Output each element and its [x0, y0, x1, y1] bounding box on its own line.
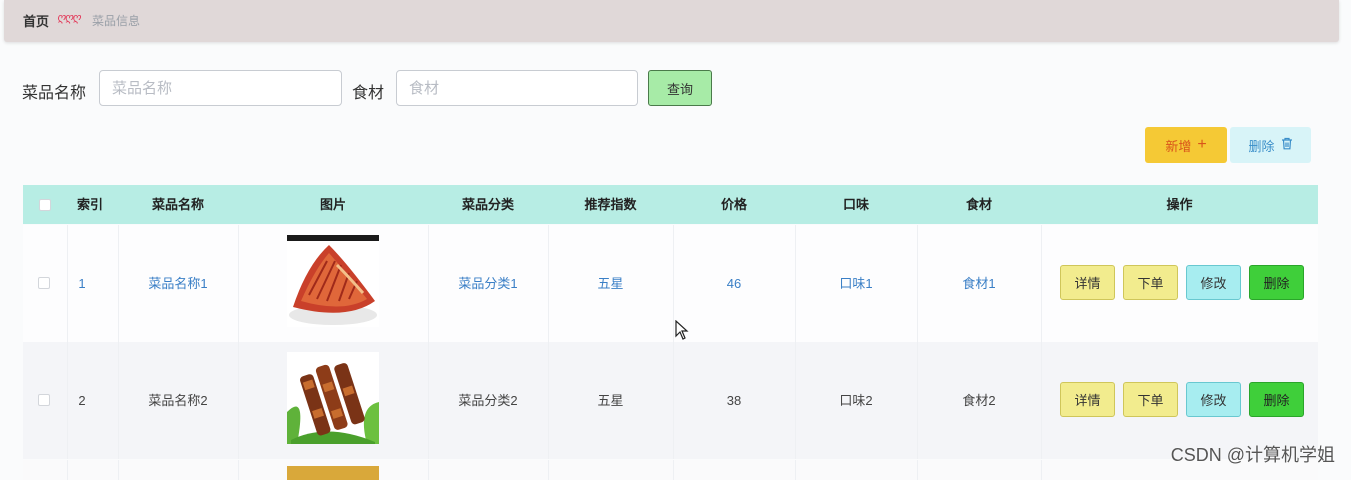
header-name: 菜品名称: [151, 197, 204, 212]
cell-flavor[interactable]: 口味1: [795, 225, 917, 342]
order-button[interactable]: 下单: [1123, 382, 1178, 417]
cell-index: 1: [78, 276, 86, 291]
cell-index: 2: [78, 393, 86, 408]
add-button-label: 新增: [1165, 138, 1192, 154]
order-button[interactable]: 下单: [1123, 265, 1178, 300]
cell-name[interactable]: 菜品名称1: [118, 225, 238, 342]
dish-image[interactable]: [287, 235, 379, 327]
header-flavor: 口味: [842, 197, 869, 212]
header-rating: 推荐指数: [584, 197, 637, 212]
dish-name-label: 菜品名称: [22, 85, 87, 102]
batch-delete-label: 删除: [1248, 138, 1275, 154]
cell-ingredient[interactable]: 食材1: [917, 225, 1041, 342]
edit-button[interactable]: 修改: [1186, 382, 1241, 417]
edit-button[interactable]: 修改: [1186, 265, 1241, 300]
cell-category: 菜品分类2: [458, 393, 518, 408]
breadcrumb-separator: ღღღ: [57, 12, 81, 24]
cell-flavor: 口味2: [839, 393, 873, 408]
trash-icon: [1281, 137, 1293, 153]
header-index: 索引: [76, 197, 103, 212]
cell-price: 38: [726, 393, 742, 408]
cell-price[interactable]: 46: [673, 225, 795, 342]
table-row: 2 菜品名称2 菜品分类2 五星 38 口味2 食材2 详情 下单 修改 删除: [23, 342, 1318, 459]
ingredient-input[interactable]: [396, 70, 638, 106]
dish-name-input[interactable]: [99, 70, 342, 106]
table-row: [23, 460, 1318, 480]
query-button[interactable]: 查询: [648, 70, 712, 106]
header-price: 价格: [720, 197, 747, 212]
watermark: CSDN @计算机学姐: [1170, 445, 1335, 465]
cell-name: 菜品名称2: [148, 393, 208, 408]
plus-icon: +: [1197, 136, 1207, 153]
dish-image[interactable]: [287, 352, 379, 444]
row-checkbox[interactable]: [38, 277, 50, 289]
breadcrumb-home[interactable]: 首页: [23, 11, 49, 30]
select-all-checkbox[interactable]: [39, 199, 51, 211]
delete-button[interactable]: 删除: [1249, 265, 1304, 300]
header-category: 菜品分类: [461, 197, 514, 212]
header-ingredient: 食材: [965, 197, 992, 212]
add-button[interactable]: 新增 +: [1145, 127, 1227, 163]
detail-button[interactable]: 详情: [1060, 265, 1115, 300]
breadcrumb: 首页 ღღღ 菜品信息: [4, 0, 1339, 42]
row-checkbox[interactable]: [38, 394, 50, 406]
batch-delete-button[interactable]: 删除: [1230, 127, 1311, 163]
ingredient-label: 食材: [352, 85, 385, 102]
cell-rating[interactable]: 五星: [548, 225, 673, 342]
table-header: 索引 菜品名称 图片 菜品分类 推荐指数 价格 口味 食材 操作: [23, 185, 1318, 224]
cell-category[interactable]: 菜品分类1: [428, 225, 548, 342]
delete-button[interactable]: 删除: [1249, 382, 1304, 417]
breadcrumb-current: 菜品信息: [92, 14, 141, 28]
table-row: 1 菜品名称1 菜品分类1 五星 46 口味1 食材1 详情 下单 修改 删除: [23, 225, 1318, 342]
query-button-label: 查询: [666, 81, 693, 97]
cell-rating: 五星: [597, 393, 624, 408]
dish-image[interactable]: [287, 466, 379, 480]
detail-button[interactable]: 详情: [1060, 382, 1115, 417]
cell-ingredient: 食材2: [962, 393, 996, 408]
header-image: 图片: [319, 197, 346, 212]
header-actions: 操作: [1166, 197, 1193, 212]
mouse-cursor-icon: [675, 319, 689, 345]
